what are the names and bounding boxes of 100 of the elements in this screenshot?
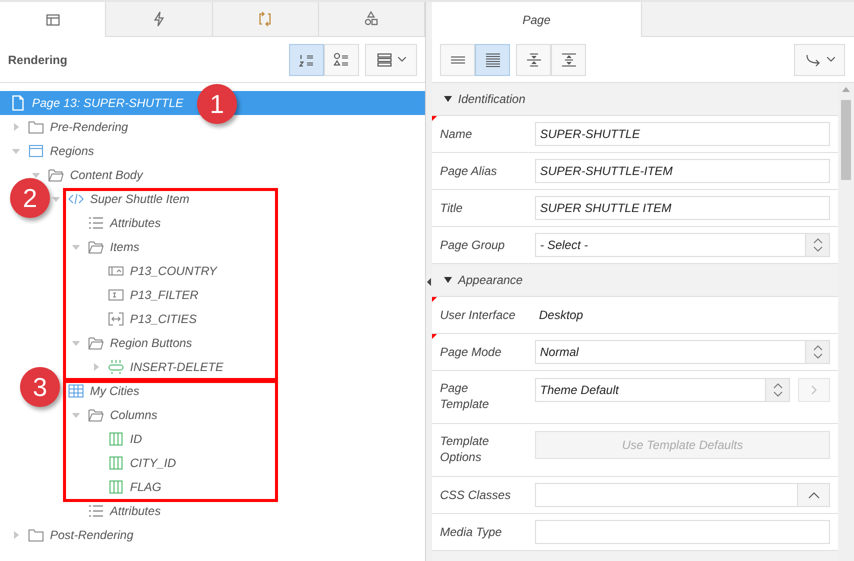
tree-node[interactable]: Super Shuttle Item	[64, 190, 194, 208]
view-toggle-button[interactable]	[289, 44, 324, 76]
open-folder-icon	[48, 167, 64, 183]
tree-node[interactable]: My Cities	[64, 382, 144, 400]
tree-node[interactable]: CITY_ID	[104, 454, 180, 472]
text-field[interactable]: SUPER-SHUTTLE-ITEM	[535, 159, 830, 183]
scroll-up-icon[interactable]	[842, 87, 850, 92]
toolbar-button[interactable]	[440, 44, 475, 76]
text-field[interactable]: SUPER-SHUTTLE	[535, 122, 830, 146]
expanded-arrow-icon[interactable]	[72, 243, 80, 251]
select-field[interactable]: Theme Default	[535, 378, 790, 402]
toolbar-button[interactable]	[551, 44, 586, 76]
expanded-arrow-icon[interactable]	[12, 147, 20, 155]
up-down-icon	[812, 345, 822, 359]
expanded-arrow-icon	[444, 95, 452, 103]
expanded-arrow-icon[interactable]	[52, 195, 60, 203]
column-icon	[108, 455, 124, 471]
collapse-arrow-icon[interactable]	[427, 278, 431, 286]
column-icon	[108, 479, 124, 495]
node-label: Attributes	[110, 215, 161, 232]
panel-tab[interactable]	[212, 2, 319, 36]
open-folder-icon	[88, 335, 104, 351]
code-icon	[68, 191, 84, 207]
tree-node[interactable]: Region Buttons	[84, 334, 196, 352]
table-icon	[68, 383, 84, 399]
property-label: Media Type	[440, 524, 502, 540]
tree-node[interactable]: Attributes	[84, 502, 165, 520]
column-icon	[108, 431, 124, 447]
property-label: Name	[440, 126, 472, 142]
expanded-arrow-icon[interactable]	[72, 411, 80, 419]
tree-node[interactable]: Attributes	[84, 214, 165, 232]
node-label: ID	[130, 431, 142, 448]
property-label: CSS Classes	[440, 487, 511, 503]
panel-title: Rendering	[8, 52, 68, 68]
property-label: Page Template	[440, 380, 490, 412]
scrollbar-thumb[interactable]	[841, 100, 851, 180]
tree-node[interactable]: P13_COUNTRY	[104, 262, 221, 280]
go-to-button[interactable]	[798, 378, 830, 402]
node-label: Super Shuttle Item	[90, 191, 190, 208]
go-to-menu-button[interactable]	[794, 44, 845, 76]
step-marker: 1	[197, 84, 237, 124]
node-label: Items	[110, 239, 140, 256]
collapsed-arrow-icon[interactable]	[12, 123, 20, 131]
select-field[interactable]: Normal	[535, 340, 830, 364]
tree-node[interactable]: P13_CITIES	[104, 310, 201, 328]
tree-node[interactable]: Pre-Rendering	[24, 118, 132, 136]
node-label: Page 13: SUPER-SHUTTLE	[32, 95, 184, 112]
open-folder-icon	[88, 407, 104, 423]
node-label: P13_COUNTRY	[130, 263, 217, 280]
panel-tab[interactable]: Page	[432, 2, 642, 37]
view-toggle-button[interactable]	[324, 44, 359, 76]
panel-tab[interactable]	[318, 2, 425, 36]
display-value: Desktop	[538, 307, 584, 324]
expanded-arrow-icon	[444, 276, 452, 284]
tree-node[interactable]: P13_FILTER	[104, 286, 202, 304]
text-field[interactable]	[535, 520, 830, 544]
expand-icon	[560, 52, 578, 68]
collapsed-arrow-icon[interactable]	[12, 531, 20, 539]
folder-icon	[28, 527, 44, 543]
collapsed-arrow-icon[interactable]	[92, 363, 100, 371]
collapse-icon	[524, 52, 542, 68]
tree-node[interactable]: FLAG	[104, 478, 166, 496]
node-label: Pre-Rendering	[50, 119, 128, 136]
text-field[interactable]	[535, 483, 830, 507]
shuttle-icon	[108, 311, 124, 327]
expanded-arrow-icon[interactable]	[32, 171, 40, 179]
up-down-icon	[772, 383, 782, 397]
text-field[interactable]: SUPER SHUTTLE ITEM	[535, 196, 830, 220]
panel-tab[interactable]	[0, 2, 106, 37]
up-down-icon	[812, 238, 822, 252]
button-icon	[108, 359, 124, 375]
text-field-icon	[108, 287, 124, 303]
panel-tab[interactable]	[106, 2, 212, 36]
tree-node[interactable]: Items	[84, 238, 144, 256]
select-field[interactable]: - Select -	[535, 233, 830, 257]
shapes-icon	[363, 11, 380, 27]
shapes-list-icon	[332, 52, 350, 68]
node-label: Region Buttons	[110, 335, 192, 352]
toolbar-button[interactable]	[475, 44, 510, 76]
property-label: User Interface	[440, 307, 516, 323]
tree-node[interactable]: Post-Rendering	[24, 526, 138, 544]
chevron-up-icon	[808, 491, 820, 499]
menu-button[interactable]	[365, 44, 417, 76]
open-folder-icon	[88, 239, 104, 255]
property-label: Page Alias	[440, 163, 497, 179]
toolbar-button[interactable]	[516, 44, 551, 76]
tree-node[interactable]: Regions	[24, 142, 98, 160]
caret-icon	[826, 57, 834, 62]
tree-node[interactable]: ID	[104, 430, 146, 448]
node-label: INSERT-DELETE	[130, 359, 224, 376]
tree-node[interactable]: INSERT-DELETE	[104, 358, 228, 376]
dense-lines-icon	[484, 52, 502, 68]
node-label: Columns	[110, 407, 158, 424]
page-icon	[10, 95, 26, 111]
window-icon	[28, 143, 44, 159]
expanded-arrow-icon[interactable]	[72, 339, 80, 347]
layout-icon	[44, 12, 61, 28]
tree-node[interactable]: Columns	[84, 406, 162, 424]
swap-icon	[257, 11, 274, 27]
list-icon	[88, 215, 104, 231]
